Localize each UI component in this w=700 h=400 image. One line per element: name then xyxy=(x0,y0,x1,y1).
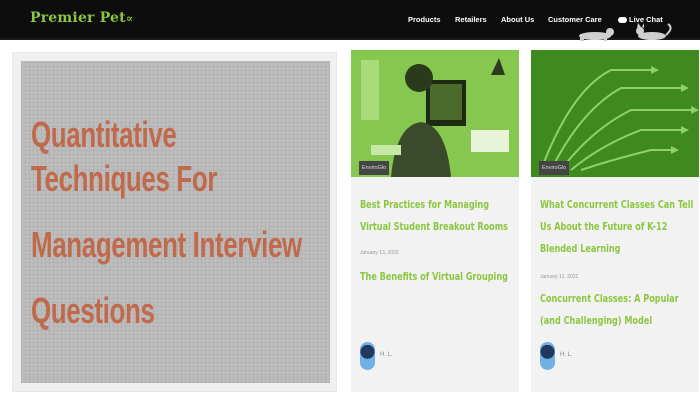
featured-title-line: Management Interview xyxy=(31,224,302,265)
article-thumbnail xyxy=(531,50,699,177)
featured-image: Quantitative Techniques For Management I… xyxy=(21,61,330,383)
nav-retailers[interactable]: Retailers xyxy=(455,15,487,24)
author-byline[interactable]: H. L. xyxy=(540,342,640,372)
article-title[interactable]: Best Practices for Managing Virtual Stud… xyxy=(360,194,514,238)
nav-products[interactable]: Products xyxy=(408,15,441,24)
article-date: January 11, 2022 xyxy=(540,274,579,280)
featured-title-line: Questions xyxy=(31,290,155,331)
featured-title: Quantitative Techniques For Management I… xyxy=(31,113,319,333)
category-tag[interactable]: EnviroGlo xyxy=(359,161,390,175)
student-laptop-illustration xyxy=(351,50,519,177)
article-subtitle[interactable]: Concurrent Classes: A Popular (and Chall… xyxy=(540,288,694,332)
featured-title-line: Quantitative Techniques For xyxy=(31,114,218,199)
site-header: Premier Pet∝ Products Retailers About Us… xyxy=(0,0,700,41)
article-thumbnail xyxy=(351,50,519,177)
article-subtitle[interactable]: The Benefits of Virtual Grouping xyxy=(360,266,514,288)
avatar xyxy=(540,342,555,370)
author-byline[interactable]: H. L. xyxy=(360,342,460,372)
article-card[interactable]: EnviroGlo Best Practices for Managing Vi… xyxy=(351,50,519,392)
avatar xyxy=(360,342,375,370)
pets-silhouette-icon xyxy=(579,23,672,41)
article-date: January 13, 2022 xyxy=(360,250,399,256)
author-name: H. L. xyxy=(560,352,573,358)
featured-article[interactable]: Quantitative Techniques For Management I… xyxy=(12,52,337,392)
nav-about-us[interactable]: About Us xyxy=(501,15,534,24)
author-name: H. L. xyxy=(380,352,393,358)
category-tag[interactable]: EnviroGlo xyxy=(539,161,570,175)
article-card[interactable]: EnviroGlo What Concurrent Classes Can Te… xyxy=(531,50,699,392)
article-title[interactable]: What Concurrent Classes Can Tell Us Abou… xyxy=(540,194,694,260)
arrows-illustration xyxy=(531,50,699,177)
